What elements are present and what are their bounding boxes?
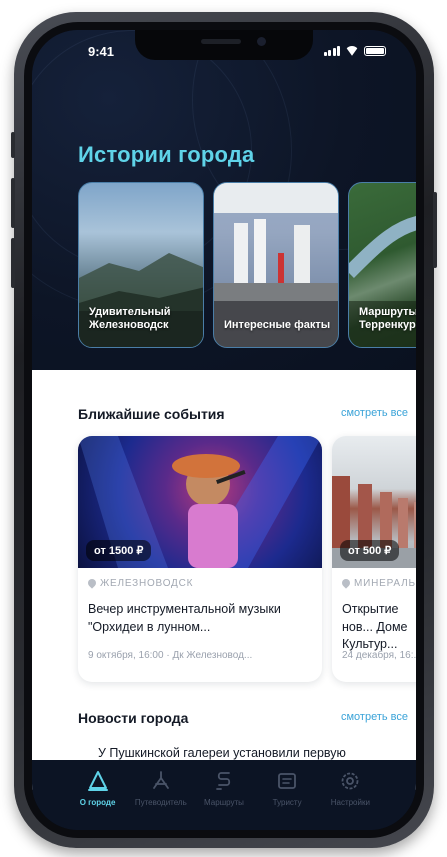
route-icon: [216, 772, 231, 790]
news-header: Новости города смотреть все: [78, 710, 408, 730]
tourist-icon: [278, 773, 297, 789]
news-item-title[interactable]: У Пушкинской галереи установили первую: [98, 746, 346, 760]
event-card[interactable]: от 500 ₽ МИНЕРАЛЬНЫЕ Открытие нов... Дом…: [332, 436, 416, 682]
event-title: Вечер инструментальной музыки "Орхидеи в…: [88, 602, 281, 634]
tab-settings[interactable]: Настройки: [320, 760, 380, 830]
tab-bar: О городе Путеводитель Маршруты Туристу Н…: [32, 760, 416, 830]
tab-label: О городе: [79, 798, 116, 807]
events-header: Ближайшие события смотреть все: [78, 406, 408, 426]
tab-label: Настройки: [330, 798, 370, 807]
tab-routes[interactable]: Маршруты: [194, 760, 254, 830]
event-card[interactable]: от 1500 ₽ ЖЕЛЕЗНОВОДСК Вечер инструмента…: [78, 436, 322, 682]
page: 9:41 Истории города Удивительный Железно…: [0, 0, 447, 857]
story-label: Маршруты Терренкура: [359, 305, 416, 332]
stories-carousel[interactable]: Удивительный Железноводск Интересные фак…: [78, 182, 416, 348]
power-button: [433, 192, 437, 268]
story-card[interactable]: Интересные факты: [213, 182, 339, 348]
location-pin-icon: [88, 579, 96, 589]
tab-label: Туристу: [272, 798, 302, 807]
mute-switch: [11, 132, 15, 158]
signal-icon: [323, 46, 340, 56]
event-price-badge: от 1500 ₽: [86, 540, 152, 561]
guide-icon: [152, 771, 169, 789]
event-title: Открытие нов... Доме Культур...: [342, 602, 408, 651]
tab-city[interactable]: О городе: [68, 760, 128, 830]
event-price-badge: от 500 ₽: [340, 540, 400, 561]
gear-icon: [341, 772, 359, 790]
story-card[interactable]: Удивительный Железноводск: [78, 182, 204, 348]
event-location-label: ЖЕЛЕЗНОВОДСК: [100, 578, 194, 589]
story-label: Интересные факты: [224, 319, 331, 332]
bezel: 9:41 Истории города Удивительный Железно…: [24, 22, 424, 838]
tab-label: Путеводитель: [134, 798, 187, 807]
event-location: ЖЕЛЕЗНОВОДСК: [88, 578, 193, 589]
events-title: Ближайшие события: [78, 406, 225, 422]
event-meta: 24 декабря, 16:...: [342, 650, 416, 661]
location-pin-icon: [342, 579, 350, 589]
notch: [135, 30, 313, 60]
status-time: 9:41: [88, 44, 115, 59]
phone-frame: 9:41 Истории города Удивительный Железно…: [11, 12, 437, 848]
news-title: Новости города: [78, 710, 189, 726]
tab-tourist[interactable]: Туристу: [257, 760, 317, 830]
event-location: МИНЕРАЛЬНЫЕ: [342, 578, 416, 589]
volume-down-button: [11, 238, 15, 288]
volume-up-button: [11, 178, 15, 228]
battery-icon: [364, 46, 386, 56]
story-card[interactable]: Маршруты Терренкура: [348, 182, 416, 348]
news-see-all-link[interactable]: смотреть все: [341, 711, 408, 723]
events-see-all-link[interactable]: смотреть все: [341, 407, 408, 419]
screen: 9:41 Истории города Удивительный Железно…: [32, 30, 416, 830]
city-icon: [87, 771, 108, 791]
event-location-label: МИНЕРАЛЬНЫЕ: [354, 578, 416, 589]
tab-guide[interactable]: Путеводитель: [131, 760, 191, 830]
events-carousel[interactable]: от 1500 ₽ ЖЕЛЕЗНОВОДСК Вечер инструмента…: [78, 436, 416, 682]
tab-label: Маршруты: [204, 798, 244, 807]
stories-title: Истории города: [78, 142, 255, 167]
event-meta: 9 октября, 16:00 · Дк Железновод...: [88, 650, 253, 661]
wifi-icon: [345, 46, 359, 56]
main-content: Ближайшие события смотреть все от 1500 ₽…: [32, 370, 416, 790]
story-label: Удивительный Железноводск: [89, 305, 171, 332]
stories-section: 9:41 Истории города Удивительный Железно…: [32, 30, 416, 370]
